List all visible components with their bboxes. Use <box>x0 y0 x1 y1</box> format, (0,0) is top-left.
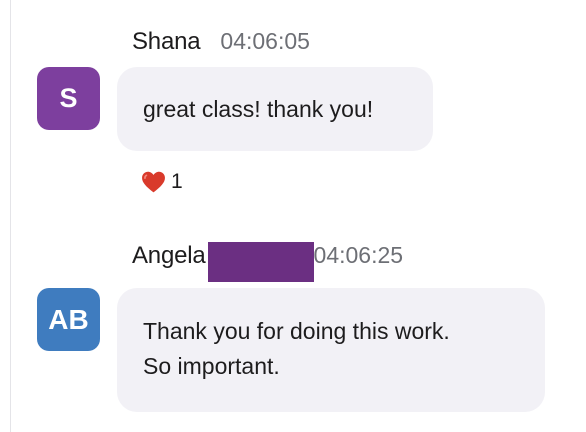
avatar-initials: S <box>59 83 78 113</box>
message-header: Shana 04:06:05 <box>132 28 310 56</box>
message-header: Angela 04:06:25 <box>132 242 403 282</box>
heart-icon <box>142 171 165 193</box>
reaction-chip[interactable]: 1 <box>141 170 183 194</box>
chat-thread: Shana 04:06:05 S great class! thank you!… <box>0 0 586 432</box>
message-text: great class! thank you! <box>143 95 374 122</box>
sender-name[interactable]: Shana <box>132 28 201 56</box>
avatar[interactable]: AB <box>37 288 100 351</box>
message-timestamp: 04:06:05 <box>220 28 310 54</box>
chat-message: Angela 04:06:25 AB Thank you for doing t… <box>0 236 586 432</box>
reaction-count: 1 <box>171 170 183 193</box>
redacted-surname <box>207 242 314 282</box>
avatar[interactable]: S <box>37 67 100 130</box>
message-text-line: Thank you for doing this work. <box>143 318 450 344</box>
message-bubble: Thank you for doing this work. So import… <box>117 288 545 412</box>
message-bubble: great class! thank you! <box>117 67 433 151</box>
sender-name[interactable]: Angela <box>132 242 206 270</box>
avatar-initials: AB <box>48 303 89 335</box>
chat-message: Shana 04:06:05 S great class! thank you!… <box>0 0 586 210</box>
message-text-line: So important. <box>143 353 280 379</box>
message-timestamp: 04:06:25 <box>313 242 404 268</box>
